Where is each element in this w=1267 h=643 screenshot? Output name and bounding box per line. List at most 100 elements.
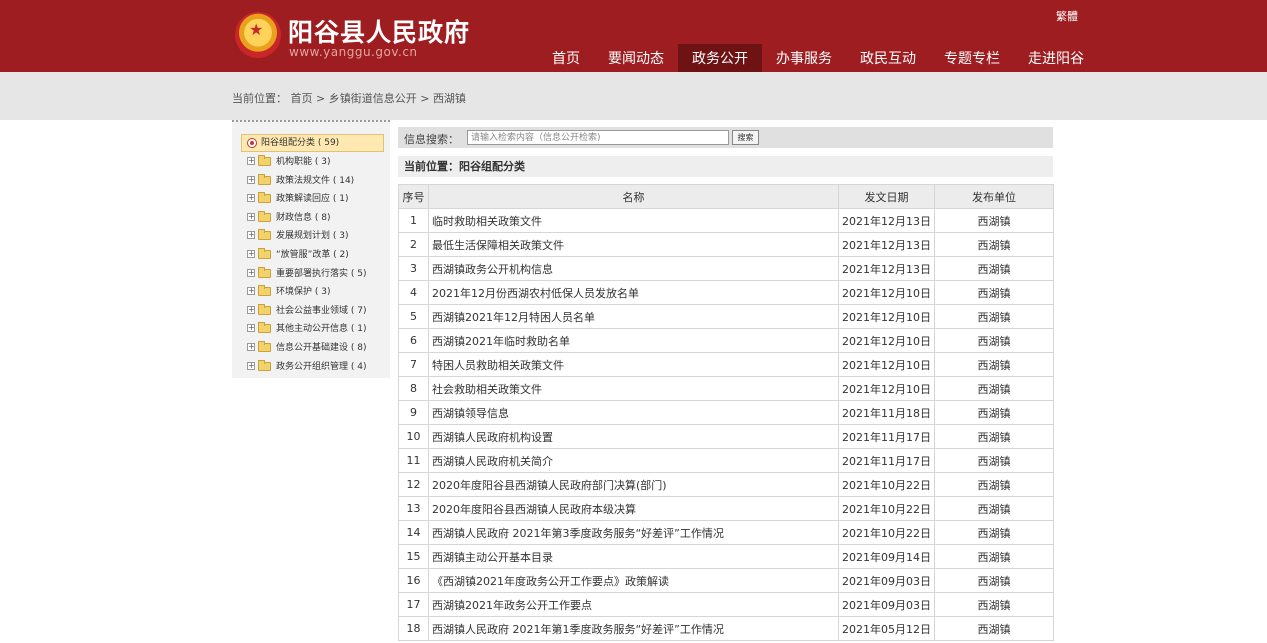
publish-date: 2021年09月14日 bbox=[838, 544, 935, 569]
folder-icon bbox=[258, 341, 271, 352]
document-title-link[interactable]: 《西湖镇2021年度政务公开工作要点》政策解读 bbox=[428, 568, 839, 593]
document-title-link[interactable]: 西湖镇2021年12月特困人员名单 bbox=[428, 304, 839, 329]
publish-date: 2021年12月13日 bbox=[838, 232, 935, 257]
document-title-link[interactable]: 西湖镇2021年政务公开工作要点 bbox=[428, 592, 839, 617]
document-title-link[interactable]: 2020年度阳谷县西湖镇人民政府本级决算 bbox=[428, 496, 839, 521]
nav-item-home[interactable]: 首页 bbox=[538, 44, 594, 72]
tree-root-label: 阳谷组配分类 ( 59) bbox=[261, 138, 340, 148]
expand-icon[interactable]: + bbox=[247, 231, 255, 240]
nav-item-interaction[interactable]: 政民互动 bbox=[846, 44, 930, 72]
column-header-number: 序号 bbox=[398, 184, 429, 209]
table-row: 7 特困人员救助相关政策文件 2021年12月10日 西湖镇 bbox=[398, 352, 1054, 377]
document-title-link[interactable]: 社会救助相关政策文件 bbox=[428, 376, 839, 401]
publish-date: 2021年12月10日 bbox=[838, 280, 935, 305]
publish-date: 2021年09月03日 bbox=[838, 592, 935, 617]
folder-icon bbox=[258, 173, 271, 185]
breadcrumb-bar: 当前位置： 首页 > 乡镇街道信息公开 > 西湖镇 bbox=[0, 72, 1267, 120]
expand-icon[interactable]: + bbox=[247, 212, 255, 221]
traditional-chinese-link[interactable]: 繁體 bbox=[1056, 8, 1078, 24]
nav-item-news[interactable]: 要闻动态 bbox=[594, 44, 678, 72]
document-title-link[interactable]: 西湖镇人民政府机关简介 bbox=[428, 448, 839, 473]
table-row: 6 西湖镇2021年临时救助名单 2021年12月10日 西湖镇 bbox=[398, 328, 1054, 353]
document-title-link[interactable]: 西湖镇人民政府 2021年第3季度政务服务“好差评”工作情况 bbox=[428, 520, 839, 545]
document-title-link[interactable]: 2020年度阳谷县西湖镇人民政府部门决算(部门) bbox=[428, 472, 839, 497]
expand-icon[interactable]: + bbox=[247, 250, 255, 258]
search-input[interactable] bbox=[467, 130, 729, 145]
publish-date: 2021年05月12日 bbox=[838, 616, 935, 641]
row-number: 4 bbox=[398, 280, 429, 305]
table-row: 11 西湖镇人民政府机关简介 2021年11月17日 西湖镇 bbox=[398, 448, 1054, 473]
publish-date: 2021年12月10日 bbox=[838, 304, 935, 329]
table-row: 17 西湖镇2021年政务公开工作要点 2021年09月03日 西湖镇 bbox=[398, 592, 1054, 617]
row-number: 10 bbox=[398, 424, 429, 449]
row-number: 12 bbox=[398, 472, 429, 497]
document-title-link[interactable]: 特困人员救助相关政策文件 bbox=[428, 352, 839, 377]
publishing-unit: 西湖镇 bbox=[934, 400, 1054, 425]
publishing-unit: 西湖镇 bbox=[934, 424, 1054, 449]
breadcrumb-xihu[interactable]: 西湖镇 bbox=[433, 92, 466, 105]
expand-icon[interactable]: + bbox=[247, 175, 255, 184]
row-number: 15 bbox=[398, 544, 429, 569]
tree-item-label: 信息公开基础建设 ( 8) bbox=[276, 343, 367, 353]
document-title-link[interactable]: 西湖镇领导信息 bbox=[428, 400, 839, 425]
tree-item-label: 机构职能 ( 3) bbox=[276, 157, 331, 167]
folder-icon bbox=[258, 266, 271, 278]
nav-item-gov-affairs[interactable]: 政务公开 bbox=[678, 44, 762, 72]
category-sidebar: 阳谷组配分类 ( 59) + 机构职能 ( 3) + 政策法规文件 ( 14) + 政策解… bbox=[232, 120, 390, 378]
table-row: 10 西湖镇人民政府机构设置 2021年11月17日 西湖镇 bbox=[398, 424, 1054, 449]
expand-icon[interactable]: + bbox=[247, 194, 255, 203]
nav-item-services[interactable]: 办事服务 bbox=[762, 44, 846, 72]
publish-date: 2021年09月03日 bbox=[838, 568, 935, 593]
table-row: 9 西湖镇领导信息 2021年11月18日 西湖镇 bbox=[398, 400, 1054, 425]
row-number: 2 bbox=[398, 232, 429, 257]
site-header: ★ 阳谷县人民政府 www.yanggu.gov.cn 繁體 首页 要闻动态 政… bbox=[0, 0, 1267, 72]
publishing-unit: 西湖镇 bbox=[934, 208, 1054, 233]
expand-icon[interactable]: + bbox=[247, 361, 255, 370]
publishing-unit: 西湖镇 bbox=[934, 376, 1054, 401]
publishing-unit: 西湖镇 bbox=[934, 352, 1054, 377]
nav-item-topics[interactable]: 专题专栏 bbox=[930, 44, 1014, 72]
publishing-unit: 西湖镇 bbox=[934, 328, 1054, 353]
tree-item-label: 发展规划计划 ( 3) bbox=[276, 231, 349, 242]
search-label: 信息搜索： bbox=[404, 133, 459, 146]
current-position-bar: 当前位置：阳谷组配分类 bbox=[398, 156, 1053, 177]
breadcrumb-prefix: 当前位置： bbox=[232, 92, 287, 105]
expand-icon[interactable]: + bbox=[247, 287, 255, 296]
search-button[interactable]: 搜索 bbox=[732, 130, 759, 145]
expand-icon[interactable]: + bbox=[247, 305, 255, 314]
search-bar: 信息搜索： 搜索 bbox=[398, 127, 1053, 148]
document-title-link[interactable]: 西湖镇人民政府 2021年第1季度政务服务“好差评”工作情况 bbox=[428, 616, 839, 641]
column-header-title: 名称 bbox=[428, 184, 839, 209]
table-row: 15 西湖镇主动公开基本目录 2021年09月14日 西湖镇 bbox=[398, 544, 1054, 569]
breadcrumb-home[interactable]: 首页 bbox=[291, 92, 313, 105]
row-number: 11 bbox=[398, 448, 429, 473]
document-title-link[interactable]: 西湖镇政务公开机构信息 bbox=[428, 256, 839, 281]
publish-date: 2021年12月10日 bbox=[838, 352, 935, 377]
breadcrumb-separator: > bbox=[312, 92, 329, 105]
document-title-link[interactable]: 西湖镇2021年临时救助名单 bbox=[428, 328, 839, 353]
folder-icon bbox=[258, 248, 271, 259]
document-title-link[interactable]: 最低生活保障相关政策文件 bbox=[428, 232, 839, 257]
table-row: 5 西湖镇2021年12月特困人员名单 2021年12月10日 西湖镇 bbox=[398, 304, 1054, 329]
breadcrumb-township-info[interactable]: 乡镇街道信息公开 bbox=[329, 92, 417, 105]
column-header-unit: 发布单位 bbox=[934, 184, 1054, 209]
row-number: 1 bbox=[398, 208, 429, 233]
site-title[interactable]: 阳谷县人民政府 bbox=[288, 13, 470, 49]
document-title-link[interactable]: 西湖镇人民政府机构设置 bbox=[428, 424, 839, 449]
document-title-link[interactable]: 西湖镇主动公开基本目录 bbox=[428, 544, 839, 569]
nav-item-about[interactable]: 走进阳谷 bbox=[1014, 44, 1098, 72]
document-title-link[interactable]: 2021年12月份西湖农村低保人员发放名单 bbox=[428, 280, 839, 305]
tree-root[interactable]: 阳谷组配分类 ( 59) bbox=[241, 134, 384, 152]
folder-icon bbox=[258, 229, 271, 241]
document-title-link[interactable]: 临时救助相关政策文件 bbox=[428, 208, 839, 233]
expand-icon[interactable]: + bbox=[247, 157, 255, 165]
tree-item-label: 重要部署执行落实 ( 5) bbox=[276, 268, 367, 279]
publishing-unit: 西湖镇 bbox=[934, 304, 1054, 329]
site-url: www.yanggu.gov.cn bbox=[289, 45, 418, 59]
expand-icon[interactable]: + bbox=[247, 268, 255, 277]
row-number: 14 bbox=[398, 520, 429, 545]
expand-icon[interactable]: + bbox=[247, 343, 255, 351]
expand-icon[interactable]: + bbox=[247, 324, 255, 333]
row-number: 8 bbox=[398, 376, 429, 401]
document-table: 序号 名称 发文日期 发布单位 1 临时救助相关政策文件 2021年12月13日 西湖… bbox=[398, 184, 1054, 641]
